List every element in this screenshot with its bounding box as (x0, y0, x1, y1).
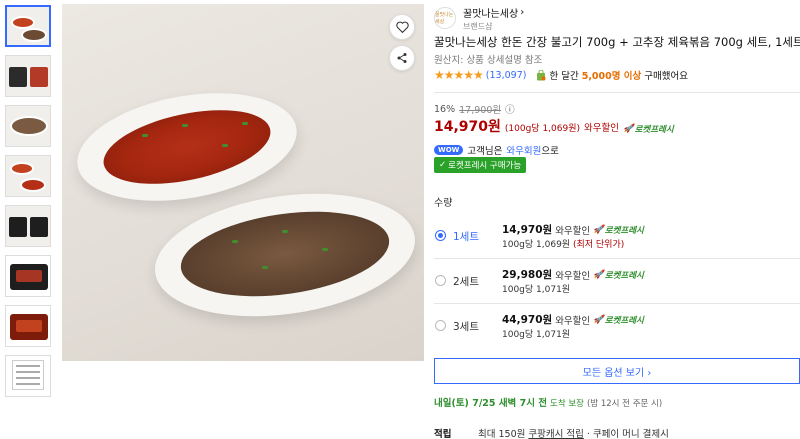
thumbnail-1[interactable] (5, 5, 51, 47)
lowest-unit-price-label: (최저 단위가) (572, 240, 625, 250)
option-radio[interactable] (435, 275, 446, 286)
option-row-1[interactable]: 1세트 14,970원 와우할인 🚀 로켓프레시 100g당 1,069원 (최저… (434, 214, 800, 258)
thumbnail-list (5, 5, 53, 405)
rocket-fresh-badge: 🚀 로켓프레시 (593, 314, 644, 326)
option-price: 29,980원 (502, 269, 553, 281)
thumbnail-3[interactable] (5, 105, 51, 147)
option-price: 44,970원 (502, 314, 553, 326)
wishlist-button[interactable] (389, 14, 415, 40)
original-price: 17,900원 (459, 105, 502, 116)
wow-member-link[interactable]: 와우회원 (506, 143, 541, 157)
delivery-note: (밤 12시 전 주문 시) (587, 399, 663, 409)
thumbnail-5[interactable] (5, 205, 51, 247)
sale-price: 14,970원 (434, 119, 501, 135)
chevron-right-icon: › (520, 6, 525, 18)
thumbnail-7[interactable] (5, 305, 51, 347)
brand-shop-link[interactable]: 꿀맛나는세상 꿀맛나는세상 › 브랜드샵 (434, 5, 524, 31)
rocket-fresh-available-badge: ✓ 로켓프레시 구매가능 (434, 157, 527, 173)
option-unit-price: 100g당 1,071원 (502, 285, 571, 295)
star-rating: ★★★★★ (434, 68, 484, 82)
divider (434, 92, 800, 93)
delivery-info: 내일(토) 7/25 새벽 7시 전 도착 보장 (밤 12시 전 주문 시) (434, 395, 662, 409)
rocket-fresh-badge: 🚀 로켓프레시 (593, 269, 644, 281)
discount-row: 16% 17,900원 ⓘ (434, 102, 515, 117)
option-radio[interactable] (435, 230, 446, 241)
brand-shop-label: 브랜드샵 (463, 21, 493, 31)
coupang-cash-link[interactable]: 쿠팡캐시 적립 (528, 429, 583, 439)
option-row-2[interactable]: 2세트 29,980원 와우할인 🚀 로켓프레시 100g당 1,071원 (434, 259, 800, 303)
product-title: 꿀맛나는세상 한돈 간장 불고기 700g + 고추장 제육볶음 700g 세트… (434, 35, 800, 49)
info-icon[interactable]: ⓘ (505, 102, 515, 116)
rating-row: ★★★★★ (13,097) 한 달간 5,000명 이상 구매했어요 (434, 68, 688, 82)
option-name: 2세트 (453, 276, 480, 288)
option-unit-price: 100g당 1,069원 (502, 240, 571, 250)
option-radio[interactable] (435, 320, 446, 331)
share-button[interactable] (389, 45, 415, 71)
rocket-fresh-badge: 🚀 로켓프레시 (593, 224, 644, 236)
all-options-button[interactable]: 모든 옵션 보기 › (434, 358, 800, 384)
brand-logo: 꿀맛나는세상 (434, 7, 456, 29)
share-icon (397, 53, 407, 63)
delivery-guarantee: 도착 보장 (550, 399, 584, 409)
option-row-3[interactable]: 3세트 44,970원 와우할인 🚀 로켓프레시 100g당 1,071원 (434, 304, 800, 348)
rocket-icon: 🚀 (622, 124, 634, 134)
check-icon: ✓ (439, 160, 447, 170)
option-wow-label: 와우할인 (555, 225, 591, 237)
thumbnail-6[interactable] (5, 255, 51, 297)
option-price: 14,970원 (502, 224, 553, 236)
heart-icon (395, 21, 409, 33)
points-label: 적립 (434, 429, 452, 439)
rocket-icon: 🚀 (593, 269, 604, 280)
option-name: 1세트 (453, 231, 480, 243)
thumbnail-8[interactable] (5, 355, 51, 397)
option-name: 3세트 (453, 321, 480, 333)
wow-member-row: WOW 고객님은 와우회원 으로 (434, 143, 559, 157)
review-count-link[interactable]: (13,097) (486, 70, 527, 81)
price-row: 14,970원 (100g당 1,069원) 와우할인 🚀 로켓프레시 (434, 116, 674, 136)
origin-info: 원산지: 상품 상세설명 참조 (434, 55, 543, 66)
rocket-icon: 🚀 (593, 224, 604, 235)
unit-price: (100g당 1,069원) (504, 124, 581, 134)
wow-discount-label: 와우할인 (584, 123, 619, 134)
delivery-date: 내일(토) 7/25 새벽 7시 전 (434, 398, 548, 409)
discount-rate: 16% (434, 103, 456, 115)
option-unit-price: 100g당 1,071원 (502, 330, 571, 340)
thumbnail-2[interactable] (5, 55, 51, 97)
main-product-image (62, 4, 424, 361)
wow-badge: WOW (434, 145, 464, 155)
brand-name: 꿀맛나는세상 (463, 8, 519, 20)
rocket-fresh-badge: 🚀 로켓프레시 (622, 124, 674, 135)
points-row: 적립 최대 150원 쿠팡캐시 적립 · 쿠페이 머니 결제시 (434, 426, 669, 439)
option-wow-label: 와우할인 (555, 270, 591, 282)
quantity-label: 수량 (434, 198, 453, 209)
purchase-count: 한 달간 5,000명 이상 구매했어요 (536, 68, 688, 82)
shopping-bag-icon (537, 69, 546, 80)
rocket-icon: 🚀 (593, 314, 604, 325)
thumbnail-4[interactable] (5, 155, 51, 197)
option-wow-label: 와우할인 (555, 315, 591, 327)
